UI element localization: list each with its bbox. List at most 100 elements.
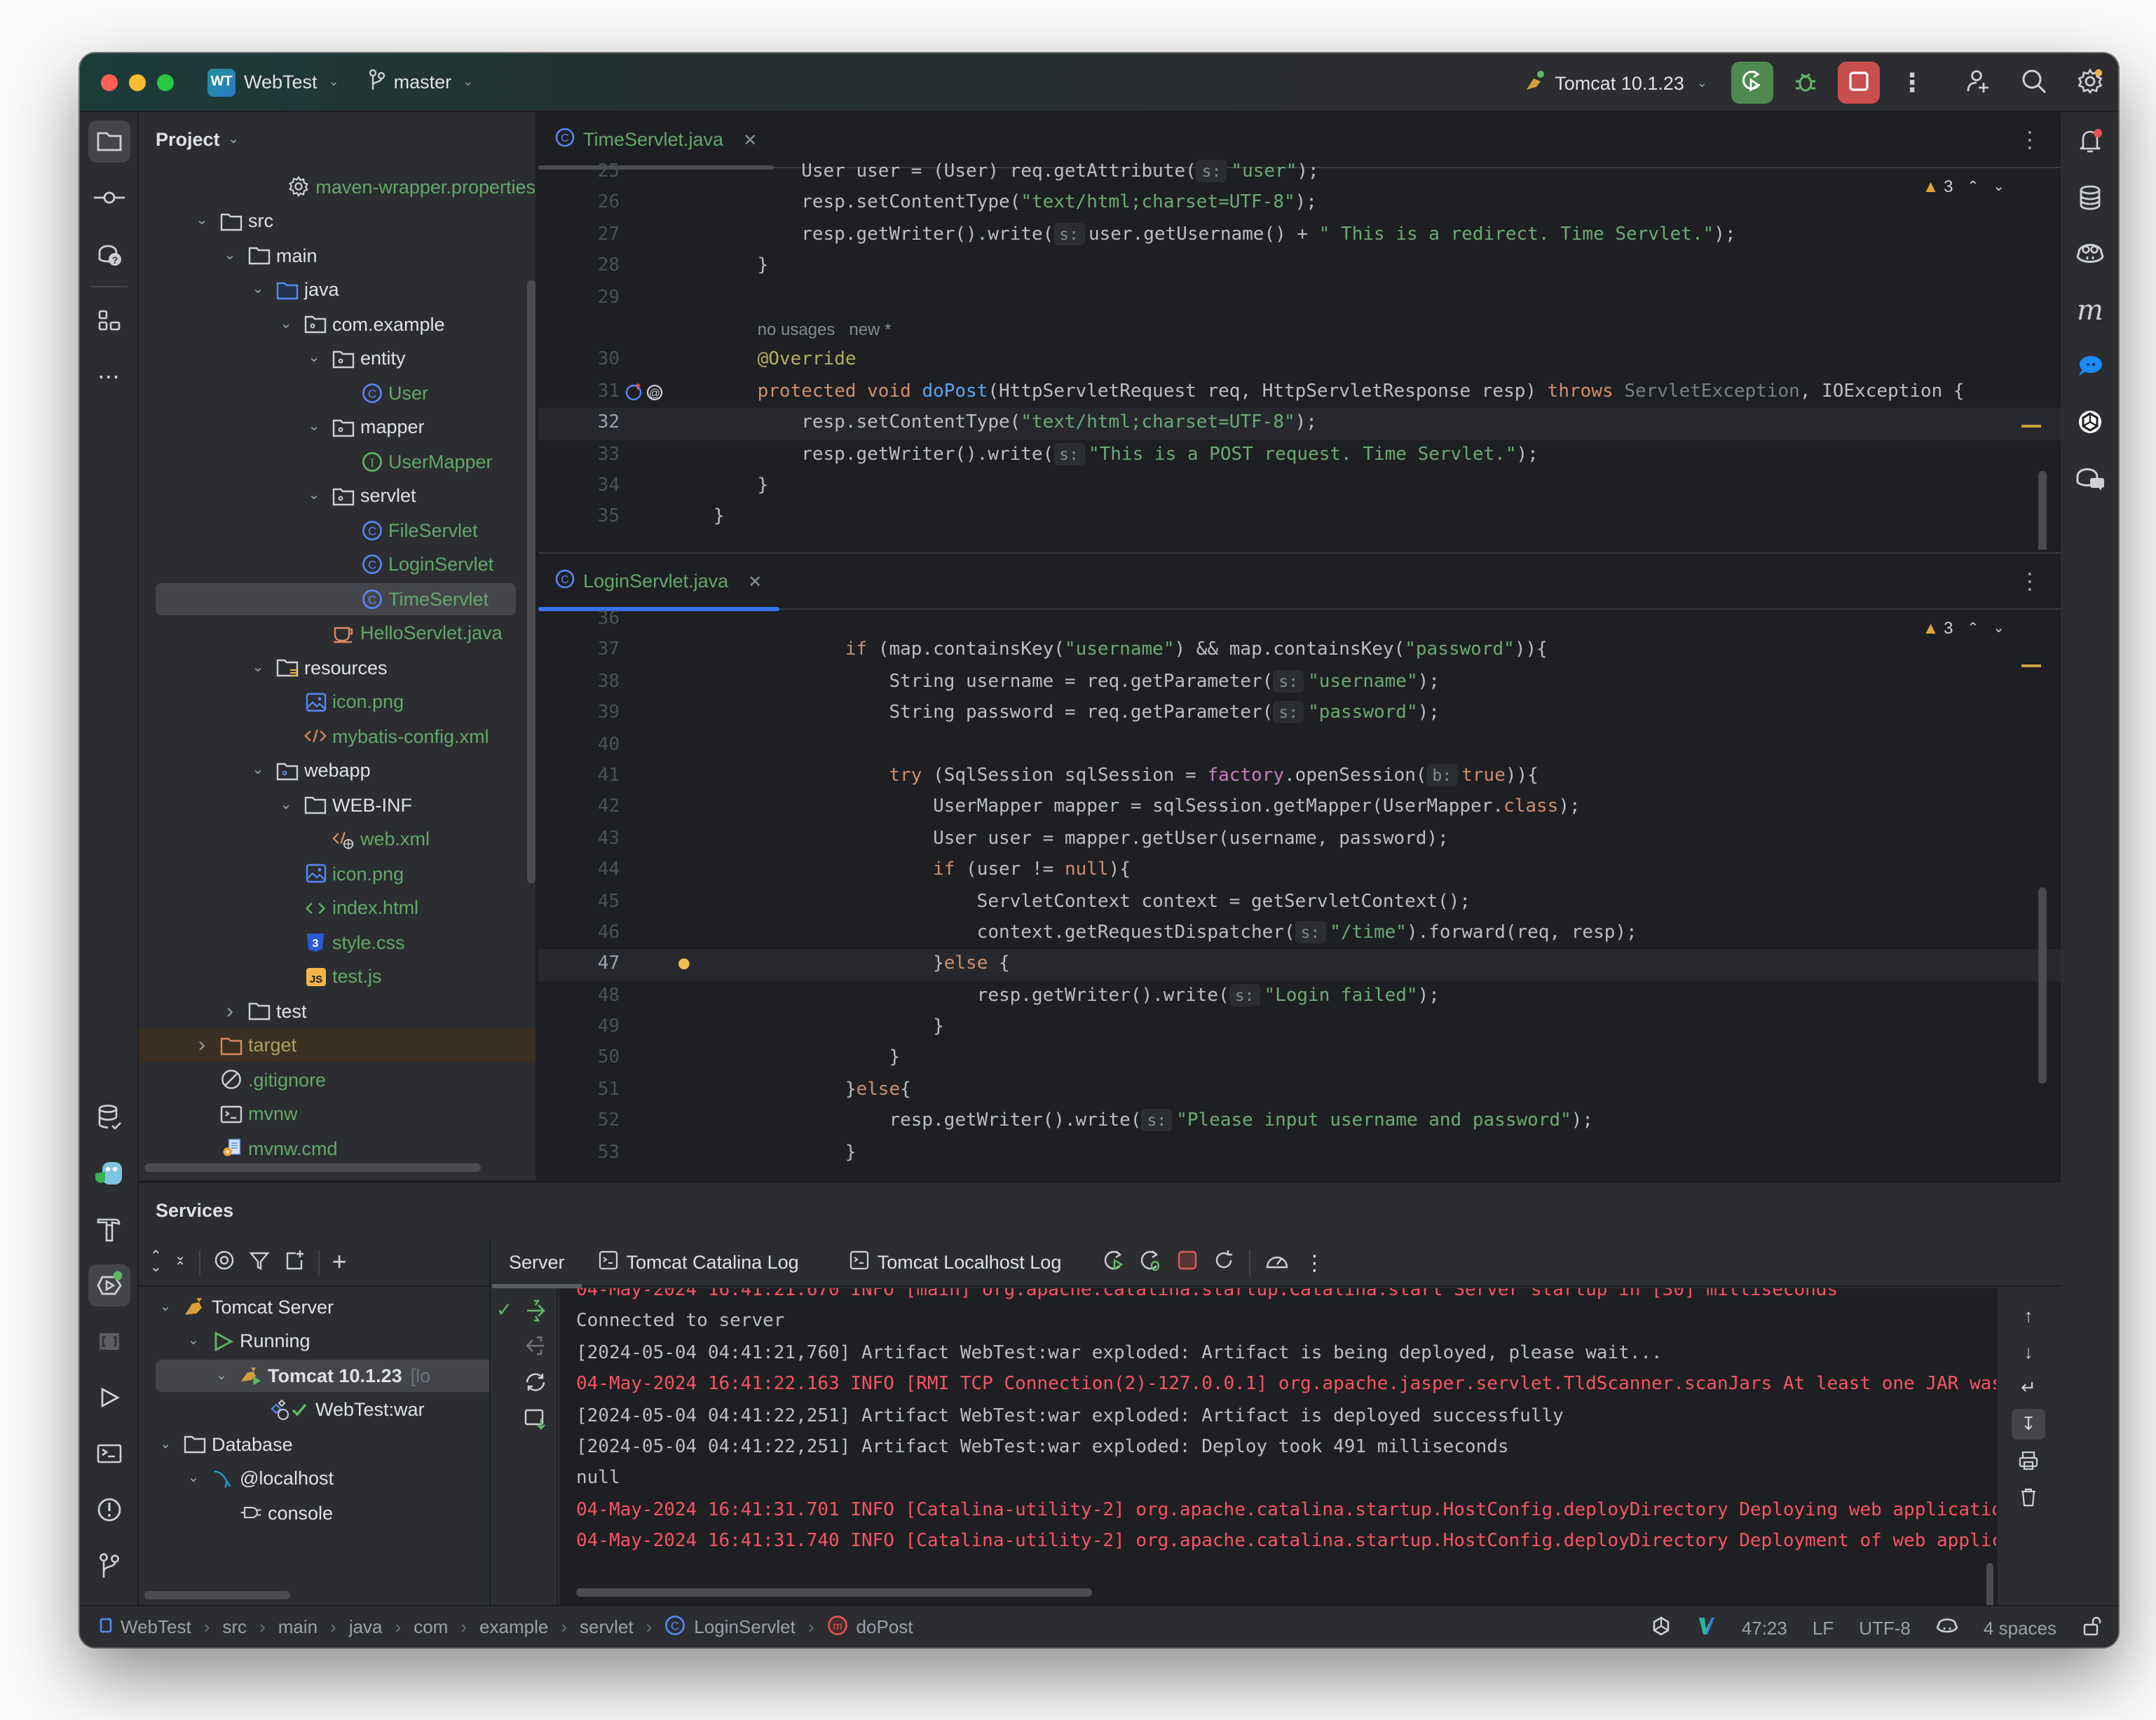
copilot-tool-button[interactable] — [2069, 233, 2111, 275]
code-area[interactable]: 36 37 if (map.containsKey("username") && … — [538, 604, 2061, 1169]
project-tree-item[interactable]: C User — [139, 376, 535, 410]
print-button[interactable] — [2012, 1445, 2045, 1476]
line-number[interactable]: 46 — [538, 918, 620, 950]
project-tree-item[interactable]: JS test.js — [139, 960, 535, 994]
line-number[interactable]: 29 — [538, 282, 620, 314]
project-tree-item[interactable]: ⌄ servlet — [139, 479, 535, 513]
zoom-window-button[interactable] — [157, 74, 174, 90]
filter-button[interactable] — [248, 1249, 271, 1276]
line-number[interactable]: 41 — [538, 761, 620, 793]
line-number[interactable]: 33 — [538, 439, 620, 471]
project-tree-item[interactable]: ⌄ mapper — [139, 410, 535, 444]
editor-options-button[interactable]: ⋮ — [2019, 568, 2041, 596]
project-tree-item[interactable]: .gitignore — [139, 1063, 535, 1097]
project-tree-item[interactable]: ⌄ src — [139, 204, 535, 238]
project-tree-item[interactable]: maven-wrapper.properties — [139, 170, 535, 204]
project-panel-header[interactable]: Project ⌄ — [139, 112, 535, 165]
tab-tomcat-catalina-log[interactable]: Tomcat Catalina Log — [582, 1238, 816, 1286]
collapse-all-button[interactable]: ⌄ ⌃ — [175, 1249, 186, 1274]
project-selector[interactable]: WebTest ⌄ — [244, 71, 339, 93]
code-line[interactable]: 34 } — [538, 471, 2061, 503]
editor-vertical-scrollbar[interactable] — [2038, 887, 2047, 1084]
close-window-button[interactable] — [101, 74, 118, 90]
build-tool-button[interactable] — [88, 1208, 130, 1250]
read-only-toggle[interactable] — [2082, 1616, 2101, 1639]
code-line[interactable]: 45 ServletContext context = getServletCo… — [538, 887, 2061, 918]
line-number[interactable]: 34 — [538, 471, 620, 503]
code-line[interactable]: 29 — [538, 282, 2061, 314]
code-line[interactable]: 32 resp.setContentType("text/html;charse… — [538, 408, 2061, 440]
project-tree-item[interactable]: C TimeServlet — [139, 582, 535, 616]
line-number[interactable]: 53 — [538, 1138, 620, 1169]
chevron-down-icon[interactable]: ⌄ — [304, 489, 324, 504]
database-changes-tool-button[interactable] — [88, 1096, 130, 1138]
stop-server-button[interactable] — [1176, 1249, 1199, 1276]
openai-tool-button[interactable] — [2069, 401, 2111, 443]
code-line[interactable]: 50 } — [538, 1044, 2061, 1075]
code-area[interactable]: 25 User user = (User) req.getAttribute(s… — [538, 157, 2061, 533]
more-actions-button[interactable]: ⋮ — [1304, 1250, 1325, 1275]
line-number[interactable]: 51 — [538, 1075, 620, 1107]
settings-button[interactable] — [2069, 62, 2111, 104]
code-line[interactable]: 41 try (SqlSession sqlSession = factory.… — [538, 761, 2061, 793]
line-number[interactable]: 37 — [538, 636, 620, 667]
file-encoding[interactable]: UTF-8 — [1859, 1617, 1911, 1638]
line-number[interactable]: 27 — [538, 220, 620, 252]
chevron-down-icon[interactable]: ⌄ — [156, 1299, 175, 1315]
chevron-down-icon[interactable]: ⌄ — [248, 282, 268, 298]
code-with-me-button[interactable] — [1957, 62, 1999, 104]
add-service-button[interactable]: + — [332, 1248, 347, 1277]
code-line[interactable]: 43 User user = mapper.getUser(username, … — [538, 824, 2061, 855]
more-actions-button[interactable]: ⋮ — [1891, 62, 1933, 104]
line-number[interactable]: 30 — [538, 346, 620, 377]
code-line[interactable]: 27 resp.getWriter().write(s: user.getUser… — [538, 220, 2061, 252]
copilot-help-tool-button[interactable]: ? — [88, 233, 130, 275]
lightbulb-icon[interactable]: ● — [678, 950, 690, 981]
debug-button[interactable] — [1785, 62, 1827, 104]
console-horizontal-scrollbar[interactable] — [576, 1588, 1092, 1597]
minimize-window-button[interactable] — [129, 74, 146, 90]
chevron-down-icon[interactable]: ⌄ — [276, 798, 296, 813]
services-tool-button[interactable] — [88, 1264, 130, 1306]
chevron-right-icon[interactable]: › — [220, 999, 240, 1023]
line-number[interactable]: 40 — [538, 730, 620, 761]
line-separator[interactable]: LF — [1813, 1617, 1834, 1638]
service-tree-item[interactable]: ⌄ Tomcat Server — [139, 1290, 489, 1324]
warning-stripe-marker[interactable] — [2021, 664, 2041, 667]
code-line[interactable]: 31 protected void doPost(HttpServletRequ… — [538, 376, 2061, 408]
chat-tool-button[interactable] — [2069, 345, 2111, 387]
line-number[interactable]: 32 — [538, 408, 620, 439]
branch-selector[interactable]: master ⌄ — [367, 69, 473, 95]
restart-server-button[interactable] — [1213, 1249, 1235, 1276]
service-tree-item[interactable]: ⌄ @localhost — [139, 1461, 489, 1496]
project-tree-item[interactable]: mvnw.cmd — [139, 1131, 535, 1166]
code-line[interactable]: 39 String password = req.getParameter(s:… — [538, 698, 2061, 730]
project-tree-item[interactable]: ⌄ java — [139, 273, 535, 307]
line-number[interactable]: 35 — [538, 503, 620, 534]
project-tree-item[interactable]: ⌄ resources — [139, 650, 535, 685]
stop-button[interactable] — [1838, 62, 1880, 104]
more-tools-button[interactable]: ⋯ — [88, 356, 130, 398]
breadcrumb-item[interactable]: WebTest — [121, 1616, 191, 1637]
code-line[interactable]: 42 UserMapper mapper = sqlSession.getMap… — [538, 793, 2061, 824]
git-tool-button[interactable] — [88, 1545, 130, 1587]
chevron-down-icon[interactable]: ⌄ — [304, 420, 324, 435]
scroll-to-end-button[interactable]: ↧ — [2012, 1409, 2045, 1440]
problems-tool-button[interactable] — [88, 1489, 130, 1531]
project-tree-item[interactable]: I UserMapper — [139, 444, 535, 479]
close-tab-icon[interactable]: ✕ — [748, 571, 762, 591]
chevron-down-icon[interactable]: ⌄ — [248, 660, 268, 676]
rerun-button[interactable] — [1731, 62, 1773, 104]
caret-position[interactable]: 47:23 — [1742, 1617, 1787, 1638]
update-button[interactable] — [524, 1371, 547, 1398]
deploy-button[interactable] — [524, 1298, 547, 1327]
services-tree-scrollbar[interactable] — [144, 1591, 290, 1599]
code-line[interactable]: 44 if (user != null){ — [538, 855, 2061, 887]
project-tree-item[interactable]: › target — [139, 1028, 535, 1063]
code-line[interactable]: 30 @Override — [538, 346, 2061, 377]
line-number[interactable]: 39 — [538, 698, 620, 730]
warning-stripe-marker[interactable] — [2021, 425, 2041, 428]
line-number[interactable]: 26 — [538, 189, 620, 220]
commit-tool-button[interactable] — [88, 177, 130, 219]
code-line[interactable]: no usages new * — [538, 314, 2061, 346]
